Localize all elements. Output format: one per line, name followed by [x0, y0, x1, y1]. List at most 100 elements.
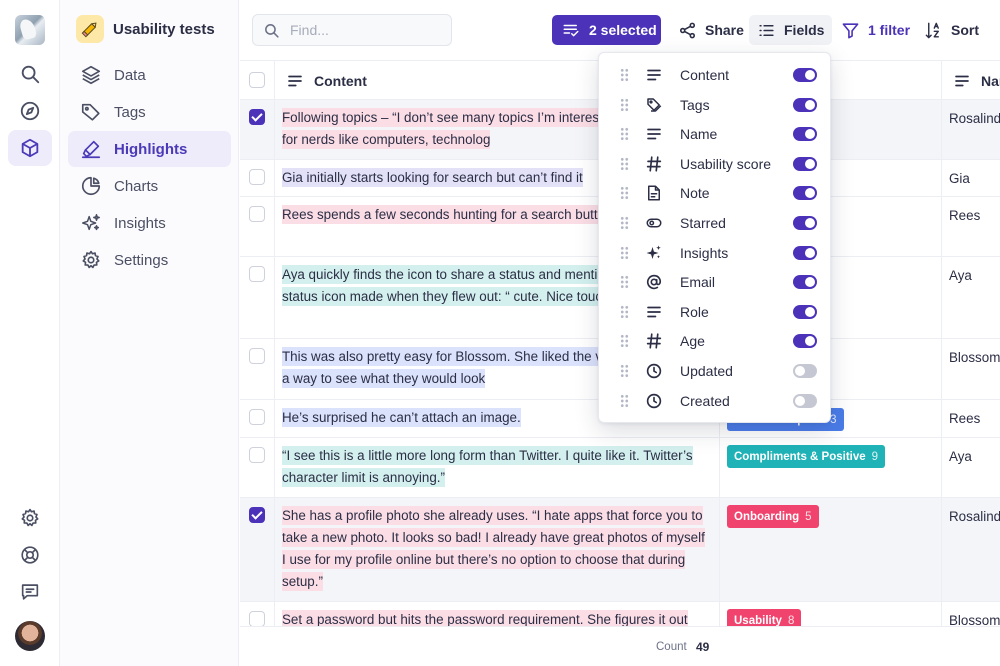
drag-handle-icon[interactable] — [620, 334, 629, 349]
highlight-content[interactable]: Set a password but hits the password req… — [282, 609, 710, 626]
row-checkbox[interactable] — [249, 206, 265, 222]
table-row[interactable]: She has a profile photo she already uses… — [240, 498, 1000, 602]
field-visibility-toggle[interactable] — [793, 334, 817, 349]
tag-chip[interactable]: Usability 8 — [727, 609, 802, 626]
nav-item-highlights[interactable]: Highlights — [68, 131, 231, 167]
user-avatar[interactable] — [15, 621, 45, 651]
drag-handle-icon[interactable] — [620, 127, 629, 142]
column-label: Content — [314, 72, 367, 89]
search-rail-button[interactable] — [8, 56, 52, 92]
field-item[interactable]: Role — [599, 297, 832, 327]
checklist-icon — [563, 24, 579, 37]
participant-name: Gia — [949, 171, 970, 186]
field-label: Created — [680, 392, 730, 409]
fields-button[interactable]: Fields — [749, 15, 833, 45]
drag-handle-icon[interactable] — [620, 393, 629, 408]
field-item[interactable]: Note — [599, 178, 832, 208]
search-input[interactable] — [290, 22, 440, 38]
column-header-content[interactable]: Content — [286, 61, 367, 100]
tag-chip[interactable]: Compliments & Positive 9 — [727, 445, 886, 468]
row-checkbox[interactable] — [249, 447, 265, 463]
row-checkbox[interactable] — [249, 507, 265, 523]
text-lines-icon — [644, 124, 664, 144]
table-row[interactable]: Set a password but hits the password req… — [240, 602, 1000, 626]
row-checkbox[interactable] — [249, 109, 265, 125]
drag-handle-icon[interactable] — [620, 156, 629, 171]
field-visibility-toggle[interactable] — [793, 97, 817, 112]
feedback-rail-button[interactable] — [8, 574, 52, 610]
drag-handle-icon[interactable] — [620, 304, 629, 319]
field-visibility-toggle[interactable] — [793, 304, 817, 319]
drag-handle-icon[interactable] — [620, 275, 629, 290]
gear-icon — [21, 508, 39, 527]
search-box[interactable] — [252, 14, 452, 46]
settings-rail-button[interactable] — [8, 500, 52, 536]
participant-name: Rees — [949, 208, 981, 223]
list-icon — [759, 24, 774, 36]
column-header-name[interactable]: Nar — [953, 61, 1000, 100]
field-visibility-toggle[interactable] — [793, 127, 817, 142]
workspace-logo[interactable] — [15, 15, 45, 45]
highlight-text: “I see this is a little more long form t… — [282, 446, 693, 487]
row-checkbox[interactable] — [249, 409, 265, 425]
drag-handle-icon[interactable] — [620, 216, 629, 230]
highlight-text: Rees spends a few seconds hunting for a … — [282, 205, 628, 224]
help-rail-button[interactable] — [8, 537, 52, 573]
table-footer: Count 49 — [240, 626, 1000, 666]
filter-button[interactable]: 1 filter — [833, 15, 918, 45]
nav-item-data[interactable]: Data — [68, 57, 231, 93]
share-button[interactable]: Share — [670, 15, 752, 45]
field-item[interactable]: Name — [599, 119, 832, 149]
clock-icon — [644, 391, 664, 411]
field-item[interactable]: Email — [599, 267, 832, 297]
search-icon — [265, 23, 279, 38]
field-label: Starred — [680, 215, 726, 231]
field-visibility-toggle[interactable] — [793, 364, 817, 378]
field-visibility-toggle[interactable] — [793, 68, 817, 82]
nav-item-insights[interactable]: Insights — [68, 205, 231, 241]
tag-chip[interactable]: Onboarding 5 — [727, 505, 819, 528]
selection-button[interactable]: 2 selected — [552, 15, 661, 45]
field-item[interactable]: Updated — [599, 356, 832, 386]
field-item[interactable]: Starred — [599, 208, 832, 238]
drag-handle-icon[interactable] — [620, 97, 629, 112]
field-item[interactable]: Age — [599, 326, 832, 356]
field-item[interactable]: Content — [599, 60, 832, 90]
field-item[interactable]: Tags — [599, 90, 832, 120]
sort-button[interactable]: Sort — [916, 15, 987, 45]
highlight-content[interactable]: “I see this is a little more long form t… — [282, 445, 710, 489]
row-checkbox[interactable] — [249, 348, 265, 364]
field-visibility-toggle[interactable] — [793, 393, 817, 408]
drag-handle-icon[interactable] — [620, 364, 629, 378]
field-item[interactable]: Created — [599, 386, 832, 416]
field-item[interactable]: Usability score — [599, 149, 832, 179]
share-icon — [679, 22, 696, 38]
tag-label: Onboarding — [734, 510, 800, 523]
compass-icon — [20, 101, 40, 121]
sort-label: Sort — [951, 22, 979, 38]
field-visibility-toggle[interactable] — [793, 245, 817, 260]
select-all-checkbox[interactable] — [249, 72, 265, 88]
drag-handle-icon[interactable] — [620, 245, 629, 260]
row-checkbox[interactable] — [249, 169, 265, 185]
nav-item-charts[interactable]: Charts — [68, 168, 231, 204]
projects-rail-button[interactable] — [8, 130, 52, 166]
row-checkbox[interactable] — [249, 611, 265, 626]
table-row[interactable]: “I see this is a little more long form t… — [240, 438, 1000, 498]
row-checkbox[interactable] — [249, 266, 265, 282]
explore-rail-button[interactable] — [8, 93, 52, 129]
drag-handle-icon[interactable] — [620, 186, 629, 201]
filter-icon — [842, 22, 859, 38]
field-visibility-toggle[interactable] — [793, 275, 817, 290]
tag-label: Compliments & Positive — [734, 450, 866, 463]
drag-handle-icon[interactable] — [620, 68, 629, 82]
nav-item-tags[interactable]: Tags — [68, 94, 231, 130]
field-visibility-toggle[interactable] — [793, 186, 817, 201]
participant-name: Aya — [949, 268, 972, 283]
field-visibility-toggle[interactable] — [793, 156, 817, 171]
field-visibility-toggle[interactable] — [793, 216, 817, 230]
highlight-content[interactable]: She has a profile photo she already uses… — [282, 505, 710, 593]
nav-item-settings[interactable]: Settings — [68, 242, 231, 278]
project-header[interactable]: Usability tests — [76, 15, 215, 43]
field-item[interactable]: Insights — [599, 238, 832, 268]
